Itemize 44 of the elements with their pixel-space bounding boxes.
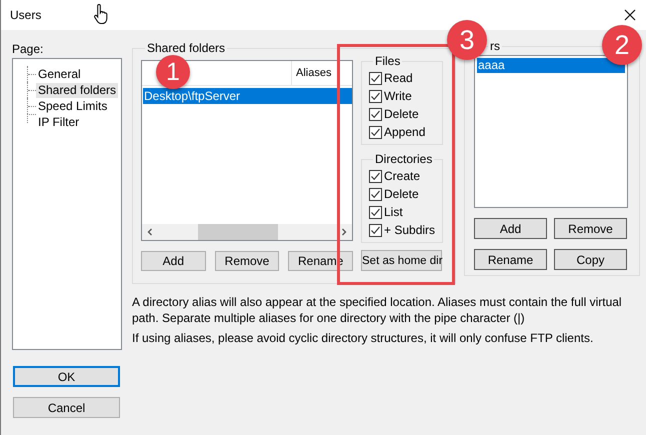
folder-row[interactable]: Desktop\ftpServer <box>143 88 352 104</box>
checkbox-label: List <box>384 205 403 219</box>
checkbox-label: Create <box>384 169 420 183</box>
hint-text: If using aliases, please avoid cyclic directory structures, it will only confuse FTP clients. <box>132 330 594 346</box>
action-button[interactable]: Remove <box>554 218 627 239</box>
dialog-button[interactable]: Cancel <box>13 397 120 418</box>
set-home-button[interactable]: Set as home dir <box>361 250 442 271</box>
column-header[interactable]: Aliases <box>296 66 332 80</box>
action-button[interactable]: Copy <box>554 249 627 270</box>
group-title: rs <box>489 40 501 53</box>
horizontal-scrollbar[interactable] <box>142 224 352 240</box>
checkbox-label: Delete <box>384 107 419 121</box>
checkbox-label: + Subdirs <box>384 223 436 237</box>
tree-item[interactable]: Shared folders <box>36 82 118 98</box>
user-item[interactable]: aaaa <box>477 58 625 73</box>
action-button[interactable]: Add <box>474 218 547 239</box>
tree-item[interactable]: Speed Limits <box>36 98 110 114</box>
window-title: Users <box>10 8 42 22</box>
tree-item[interactable]: IP Filter <box>36 114 82 130</box>
checkbox[interactable] <box>369 224 382 236</box>
checkbox-label: Read <box>384 71 413 85</box>
user-list[interactable]: aaaa <box>474 55 628 208</box>
action-button[interactable]: Add <box>141 251 206 271</box>
dialog-button[interactable]: OK <box>13 366 120 387</box>
action-button[interactable]: Rename <box>474 249 547 270</box>
group-title: Shared folders <box>146 42 226 55</box>
checkbox-label: Delete <box>384 187 419 201</box>
page-label: Page: <box>12 42 44 56</box>
checkbox[interactable] <box>369 90 382 102</box>
checkbox[interactable] <box>369 108 382 120</box>
checkbox-label: Write <box>384 89 412 103</box>
checkbox[interactable] <box>369 170 382 182</box>
checkbox[interactable] <box>369 72 382 84</box>
checkbox[interactable] <box>369 126 382 138</box>
scroll-thumb[interactable] <box>198 224 278 240</box>
checkbox[interactable] <box>369 188 382 200</box>
hint-text: A directory alias will also appear at the specified location. Aliases must contain the full virtual path. Separate multiple aliases for one directory with the pipe character (|) <box>132 294 623 326</box>
tree-item[interactable]: General <box>36 66 83 82</box>
action-button[interactable]: Remove <box>214 251 280 271</box>
checkbox[interactable] <box>369 206 382 218</box>
checkbox-label: Append <box>384 125 426 139</box>
close-icon[interactable] <box>624 9 636 21</box>
group-title: Files <box>374 55 402 68</box>
group-title: Directories <box>374 153 434 166</box>
